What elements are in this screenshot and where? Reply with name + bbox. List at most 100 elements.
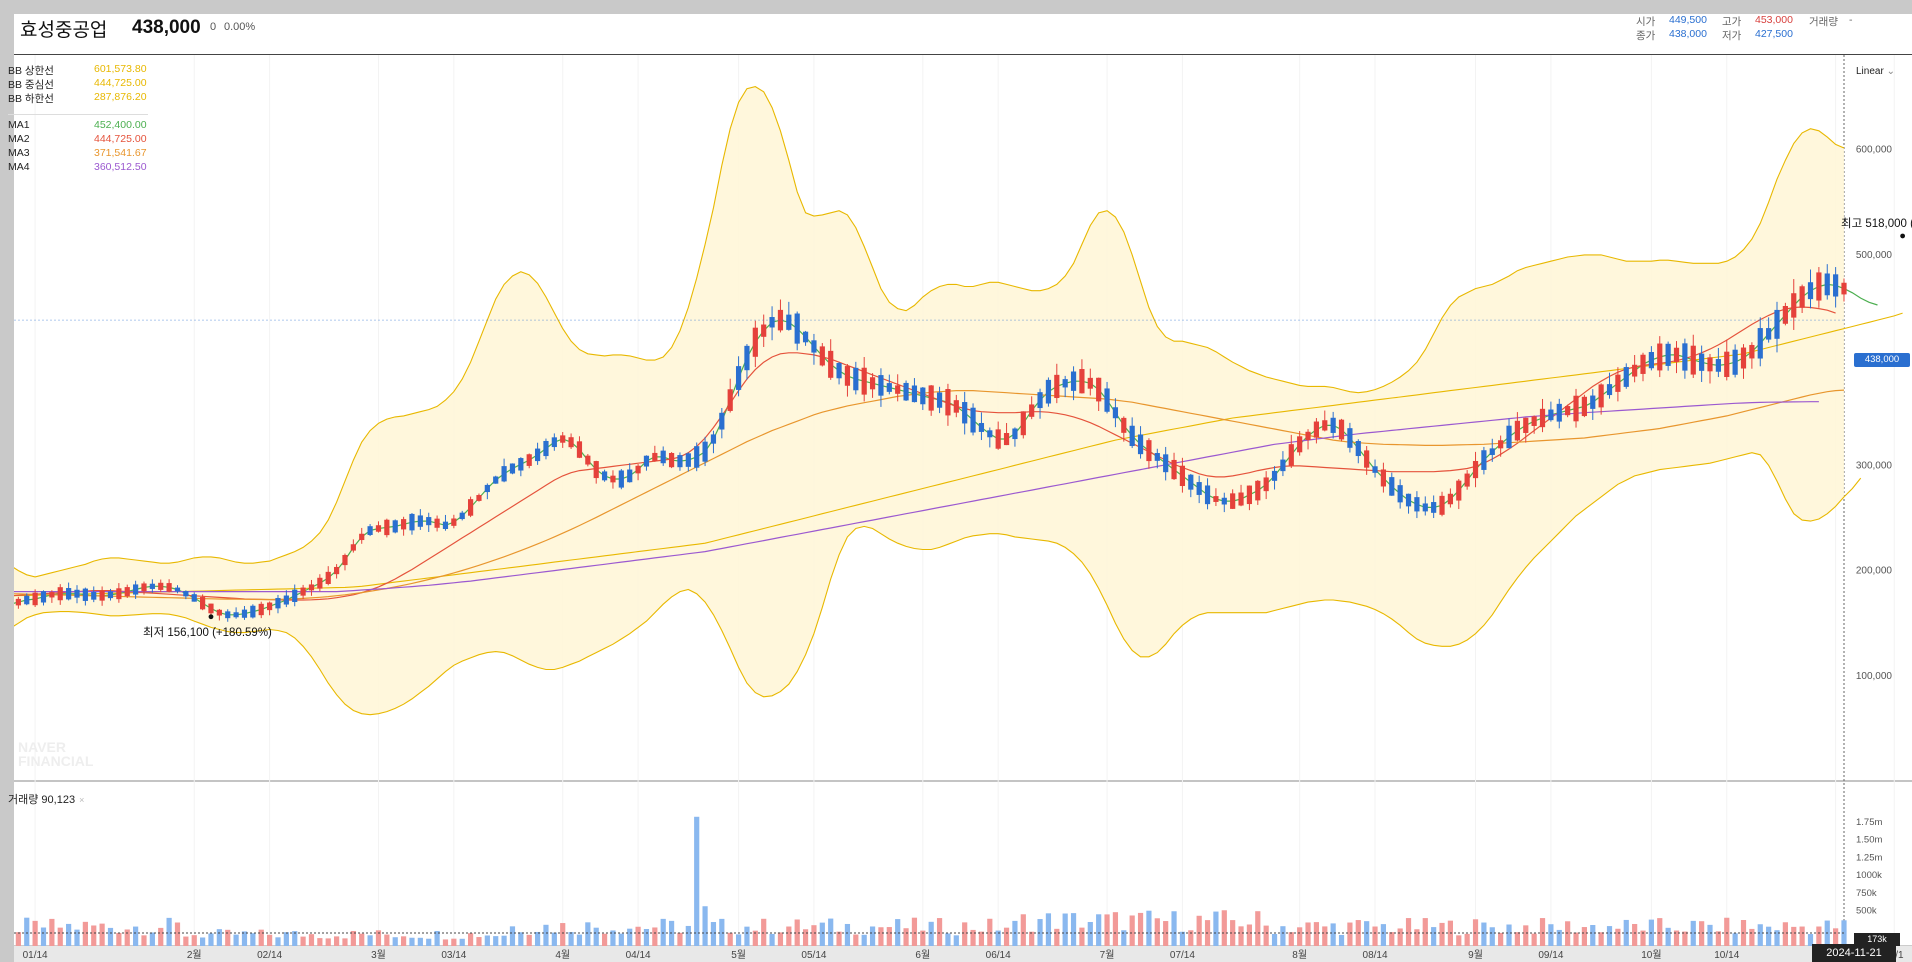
candle-body xyxy=(1699,353,1705,371)
candle-body xyxy=(1447,493,1454,505)
x-tick-label: 8월 xyxy=(1292,949,1307,961)
volume-tick-label: 500k xyxy=(1856,906,1877,917)
candle-body xyxy=(166,583,172,592)
candle-body xyxy=(652,452,658,461)
candle-body xyxy=(1405,493,1412,507)
volume-bar xyxy=(660,918,666,946)
candle-body xyxy=(802,331,809,343)
volume-bar xyxy=(267,934,273,946)
candle-body xyxy=(995,429,1001,449)
volume-bar xyxy=(1665,927,1671,946)
volume-bar xyxy=(828,918,834,946)
x-tick-label: 3월 xyxy=(371,949,386,961)
candle-body xyxy=(1766,328,1772,340)
legend-value: 360,512.50 xyxy=(94,161,147,173)
volume-bar xyxy=(1556,929,1562,946)
candle-body xyxy=(1816,272,1822,301)
volume-bar xyxy=(543,924,549,946)
volume-bar xyxy=(1238,926,1244,946)
volume-bar xyxy=(467,933,474,946)
candle-body xyxy=(1146,440,1152,462)
candle-body xyxy=(1782,306,1788,324)
close-icon[interactable]: × xyxy=(79,795,84,805)
volume-bar xyxy=(1581,927,1587,946)
legend-divider xyxy=(8,114,148,115)
candle-body xyxy=(911,385,918,403)
volume-bar xyxy=(836,931,842,946)
volume-bar xyxy=(593,927,599,946)
x-tick-label: 6월 xyxy=(915,949,930,961)
volume-bar xyxy=(861,934,867,946)
candle-body xyxy=(124,587,130,597)
volume-bar xyxy=(1414,929,1420,946)
candle-body xyxy=(1297,436,1303,453)
candle-body xyxy=(1673,347,1680,363)
candle-body xyxy=(970,407,976,433)
candle-body xyxy=(1833,274,1839,297)
legend-value: 371,541.67 xyxy=(94,147,147,159)
volume-bar xyxy=(334,936,340,946)
candle-body xyxy=(752,327,758,357)
candle-body xyxy=(1397,485,1403,503)
volume-bar xyxy=(1506,924,1512,946)
volume-bar xyxy=(1255,911,1261,946)
volume-bar xyxy=(853,934,859,946)
candle-body xyxy=(82,588,88,601)
candle-body xyxy=(1590,395,1596,409)
volume-bar xyxy=(1548,924,1554,946)
volume-bar xyxy=(1799,926,1805,946)
candle-body xyxy=(1238,492,1244,506)
candle-body xyxy=(1665,343,1671,366)
volume-bar xyxy=(325,938,331,946)
candle-body xyxy=(1188,474,1194,490)
candle-body xyxy=(1280,459,1286,472)
volume-bar xyxy=(1514,932,1520,946)
candle-body xyxy=(1003,433,1010,446)
legend-value: 601,573.80 xyxy=(94,63,147,75)
candle-body xyxy=(518,458,524,471)
volume-bar xyxy=(166,917,172,946)
candle-body xyxy=(225,611,231,619)
candle-body xyxy=(1648,352,1654,369)
candle-body xyxy=(200,597,206,610)
scale-mode-dropdown[interactable]: Linear ⌄ xyxy=(1856,66,1895,77)
volume-bar xyxy=(534,931,541,946)
candle-body xyxy=(1079,369,1085,394)
volume-bar xyxy=(1397,928,1403,946)
volume-bar xyxy=(1154,918,1160,946)
candle-body xyxy=(467,499,474,516)
volume-bar xyxy=(1573,932,1579,946)
legend-name: BB 중심선 xyxy=(8,79,54,91)
volume-bar xyxy=(1330,923,1336,946)
candle-body xyxy=(49,592,55,598)
naver-financial-watermark: NAVER FINANCIAL xyxy=(18,739,94,769)
candle-body xyxy=(40,591,47,603)
volume-bar xyxy=(1598,932,1604,946)
legend-bb-upper: BB 상한선 601,573.80 xyxy=(8,63,168,77)
candle-body xyxy=(1640,354,1646,374)
volume-bar xyxy=(183,936,189,946)
candle-body xyxy=(1481,450,1487,470)
candle-body xyxy=(99,590,105,601)
volume-panel-label: 거래량 90,123 × xyxy=(8,791,84,807)
volume-bar xyxy=(99,923,105,946)
candle-body xyxy=(451,518,457,526)
candle-body xyxy=(560,435,566,443)
candle-body xyxy=(1112,407,1119,419)
volume-bar xyxy=(191,935,197,946)
candle-body xyxy=(1154,453,1160,461)
volume-bar xyxy=(1389,932,1395,946)
volume-bar xyxy=(518,932,524,946)
volume-bar xyxy=(1782,922,1788,946)
candle-body xyxy=(392,520,398,533)
candle-body xyxy=(258,603,264,616)
candle-body xyxy=(1615,374,1621,392)
candle-body xyxy=(1372,466,1378,473)
candle-body xyxy=(936,392,943,408)
volume-bar xyxy=(735,934,742,946)
candle-body xyxy=(1062,379,1068,388)
x-tick-label: 09/14 xyxy=(1538,950,1563,961)
volume-bar xyxy=(1029,931,1035,946)
volume-bar xyxy=(710,922,717,946)
price-chart-svg[interactable]: 100,000200,000300,000400,000500,000600,0… xyxy=(14,14,1912,962)
